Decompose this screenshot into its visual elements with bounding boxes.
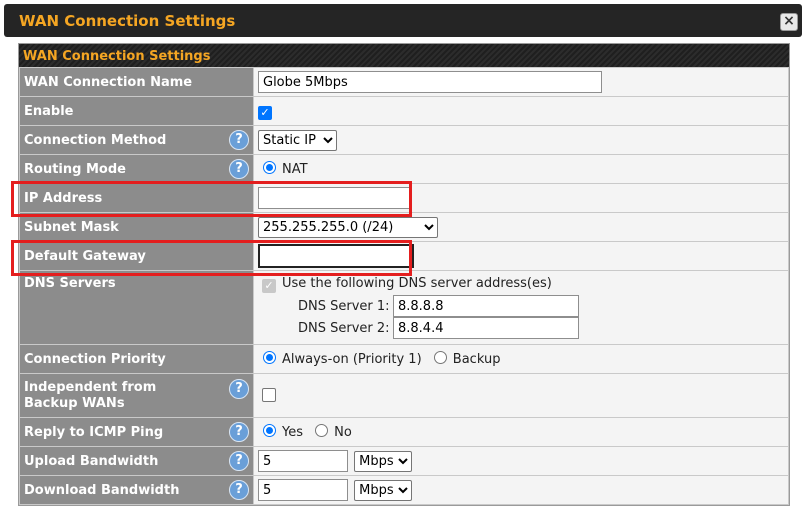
settings-table: WAN Connection Name Enable ✓ Connection …: [19, 67, 789, 505]
upload-bandwidth-label-text: Upload Bandwidth: [24, 453, 159, 469]
dns-server-2-input[interactable]: [393, 317, 579, 339]
dns-server-2-label: DNS Server 2:: [298, 320, 390, 336]
wan-name-input[interactable]: [258, 71, 602, 93]
row-subnet-mask: Subnet Mask 255.255.255.0 (/24): [19, 212, 789, 242]
row-enable: Enable ✓: [19, 96, 789, 126]
dns-use-checkbox: ✓: [262, 279, 276, 293]
panel-header: WAN Connection Settings: [19, 44, 789, 67]
close-icon[interactable]: ×: [780, 13, 798, 31]
subnet-mask-label-text: Subnet Mask: [24, 219, 119, 235]
dns-server-fields: DNS Server 1: DNS Server 2:: [298, 295, 788, 339]
backup-label: Backup: [452, 352, 501, 367]
settings-panel: WAN Connection Settings WAN Connection N…: [18, 43, 790, 506]
icmp-yes-radio[interactable]: [263, 424, 276, 437]
dns-server-1-row: DNS Server 1:: [298, 295, 788, 317]
enable-checkbox[interactable]: ✓: [258, 105, 272, 120]
download-bandwidth-label: Download Bandwidth?: [19, 475, 254, 505]
upload-bandwidth-label: Upload Bandwidth?: [19, 446, 254, 476]
wan-name-label-text: WAN Connection Name: [24, 74, 193, 90]
upload-bandwidth-input[interactable]: [258, 450, 348, 472]
routing-mode-label: Routing Mode?: [19, 154, 254, 184]
wan-name-label: WAN Connection Name: [19, 67, 254, 97]
icmp-ping-label: Reply to ICMP Ping?: [19, 417, 254, 447]
dns-servers-label: DNS Servers: [19, 270, 254, 345]
icmp-yes-label: Yes: [282, 425, 303, 440]
dns-servers-label-text: DNS Servers: [24, 276, 116, 291]
subnet-mask-label: Subnet Mask: [19, 212, 254, 242]
download-bandwidth-input[interactable]: [258, 479, 348, 501]
help-icon[interactable]: ?: [229, 379, 249, 399]
row-wan-name: WAN Connection Name: [19, 67, 789, 97]
row-connection-method: Connection Method? Static IP: [19, 125, 789, 155]
ip-address-label-text: IP Address: [24, 190, 103, 206]
row-upload-bandwidth: Upload Bandwidth? Mbps: [19, 446, 789, 476]
default-gateway-label: Default Gateway: [19, 241, 254, 271]
independent-backup-label: Independent from Backup WANs?: [19, 373, 254, 418]
help-icon[interactable]: ?: [229, 422, 249, 442]
ip-address-label: IP Address: [19, 183, 254, 213]
connection-priority-label: Connection Priority: [19, 344, 254, 374]
row-download-bandwidth: Download Bandwidth? Mbps: [19, 475, 789, 505]
help-icon[interactable]: ?: [229, 451, 249, 471]
row-routing-mode: Routing Mode? NAT: [19, 154, 789, 184]
nat-label: NAT: [282, 162, 308, 177]
dns-server-2-row: DNS Server 2:: [298, 317, 788, 339]
independent-backup-label-text: Independent from Backup WANs: [24, 379, 157, 411]
help-icon[interactable]: ?: [229, 130, 249, 150]
enable-label: Enable: [19, 96, 254, 126]
icmp-no-label: No: [334, 425, 352, 440]
upload-unit-select[interactable]: Mbps: [354, 450, 413, 472]
always-on-radio[interactable]: [263, 351, 276, 364]
help-icon[interactable]: ?: [229, 480, 249, 500]
enable-label-text: Enable: [24, 103, 74, 119]
row-dns-servers: DNS Servers ✓ Use the following DNS serve…: [19, 270, 789, 345]
icmp-no-radio[interactable]: [315, 424, 329, 437]
row-ip-address: IP Address: [19, 183, 789, 213]
connection-method-select[interactable]: Static IP: [258, 129, 337, 151]
connection-method-label: Connection Method?: [19, 125, 254, 155]
dns-use-label: Use the following DNS server address(es): [282, 276, 552, 291]
row-default-gateway: Default Gateway: [19, 241, 789, 271]
always-on-label: Always-on (Priority 1): [282, 352, 422, 367]
help-icon[interactable]: ?: [229, 159, 249, 179]
download-unit-select[interactable]: Mbps: [354, 479, 413, 501]
ip-address-input[interactable]: [258, 187, 412, 209]
routing-mode-label-text: Routing Mode: [24, 161, 126, 177]
subnet-mask-select[interactable]: 255.255.255.0 (/24): [258, 216, 438, 238]
backup-radio[interactable]: [433, 351, 447, 364]
independent-backup-checkbox[interactable]: [262, 387, 276, 402]
default-gateway-input[interactable]: [258, 244, 414, 268]
connection-priority-label-text: Connection Priority: [24, 351, 166, 367]
row-connection-priority: Connection Priority Always-on (Priority …: [19, 344, 789, 374]
connection-method-label-text: Connection Method: [24, 132, 167, 148]
dialog-title: WAN Connection Settings: [19, 12, 236, 30]
dialog-titlebar: WAN Connection Settings ×: [4, 4, 802, 37]
download-bandwidth-label-text: Download Bandwidth: [24, 482, 180, 498]
dns-server-1-input[interactable]: [393, 295, 579, 317]
row-independent-backup: Independent from Backup WANs?: [19, 373, 789, 418]
dns-server-1-label: DNS Server 1:: [298, 298, 390, 314]
default-gateway-label-text: Default Gateway: [24, 248, 146, 264]
row-icmp-ping: Reply to ICMP Ping? Yes No: [19, 417, 789, 447]
nat-radio[interactable]: [263, 161, 276, 174]
icmp-ping-label-text: Reply to ICMP Ping: [24, 424, 164, 440]
